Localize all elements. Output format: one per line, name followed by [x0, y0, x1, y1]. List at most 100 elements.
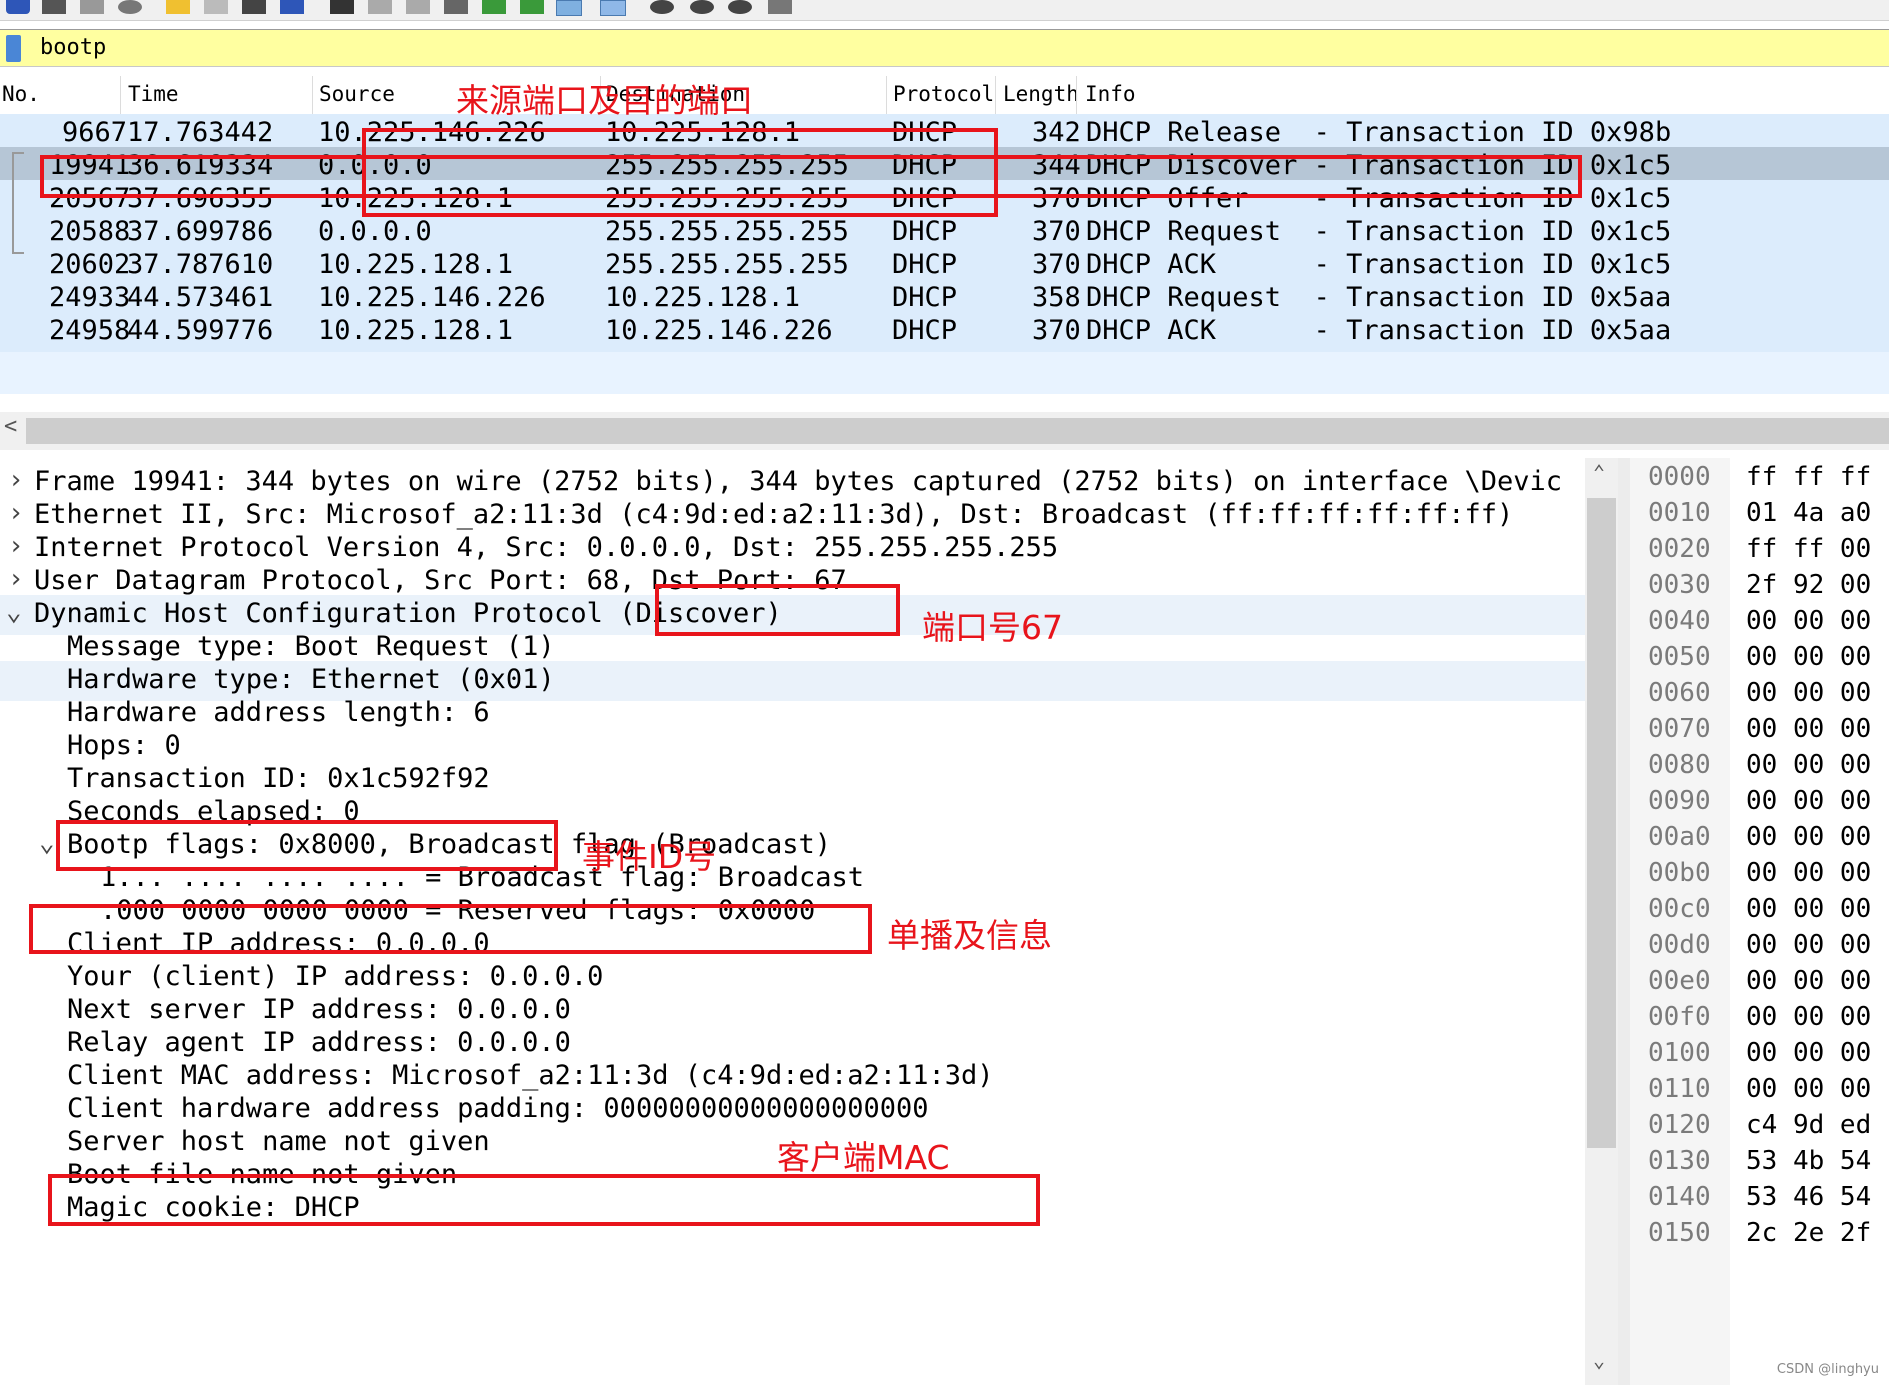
column-separator[interactable] [312, 76, 313, 114]
scroll-up-arrow-icon[interactable]: ⌃ [1593, 460, 1605, 484]
annotation-box-selected-packet [40, 155, 1582, 198]
zoom-normal-icon[interactable] [728, 0, 752, 14]
go-back-icon[interactable] [368, 0, 392, 14]
column-separator[interactable] [995, 76, 996, 114]
packet-list-horizontal-scrollbar[interactable]: < [0, 412, 1889, 450]
packet-no: 24958 [49, 315, 131, 346]
save-icon[interactable] [204, 0, 228, 14]
collapse-arrow-icon[interactable]: ⌄ [39, 828, 55, 858]
tree-field-label: Hops: 0 [67, 730, 181, 761]
packet-no: 24933 [49, 282, 131, 313]
expand-arrow-icon[interactable]: › [8, 531, 24, 561]
column-separator[interactable] [886, 76, 887, 114]
go-forward-icon[interactable] [406, 0, 430, 14]
hex-bytes[interactable]: 53 46 54 [1746, 1182, 1871, 1218]
tree-field-label: Next server IP address: 0.0.0.0 [67, 994, 571, 1025]
column-separator[interactable] [1076, 76, 1077, 114]
annotation-box-bootp-flags [29, 904, 872, 954]
scroll-down-arrow-icon[interactable]: ⌄ [1593, 1348, 1605, 1372]
display-filter-input[interactable] [30, 32, 1880, 62]
hex-bytes[interactable]: 2c 2e 2f [1746, 1218, 1871, 1254]
packet-source: 10.225.128.1 [318, 249, 514, 280]
stop-icon[interactable] [42, 0, 66, 14]
column-header-no[interactable]: No. [2, 82, 40, 106]
hex-bytes[interactable]: 00 00 00 [1746, 606, 1871, 642]
packet-time: 37.699786 [127, 216, 274, 247]
hex-bytes[interactable]: 00 00 00 [1746, 750, 1871, 786]
packet-protocol: DHCP [892, 216, 958, 247]
packet-no: 9667 [62, 117, 128, 148]
packet-length: 370 [1032, 249, 1081, 280]
first-packet-icon[interactable] [482, 0, 506, 14]
reload-icon[interactable] [280, 0, 304, 14]
hex-bytes[interactable]: 00 00 00 [1746, 930, 1871, 966]
scrollbar-thumb[interactable] [1587, 498, 1616, 1148]
hex-bytes[interactable]: 2f 92 00 [1746, 570, 1871, 606]
column-header-length[interactable]: Length [1003, 82, 1079, 106]
hex-bytes[interactable]: c4 9d ed [1746, 1110, 1871, 1146]
collapse-arrow-icon[interactable]: ⌄ [6, 597, 22, 627]
hex-bytes[interactable]: 00 00 00 [1746, 642, 1871, 678]
hex-offset: 0000 [1648, 462, 1711, 492]
column-header-protocol[interactable]: Protocol [893, 82, 994, 106]
hex-bytes[interactable]: 00 00 00 [1746, 678, 1871, 714]
annotation-label-unicast: 单播及信息 [887, 916, 1052, 955]
hex-bytes[interactable]: 00 00 00 [1746, 714, 1871, 750]
related-packets-bracket [12, 152, 24, 210]
hex-bytes[interactable]: 53 4b 54 [1746, 1146, 1871, 1182]
column-header-info[interactable]: Info [1085, 82, 1136, 106]
expand-arrow-icon[interactable]: › [8, 465, 24, 495]
tree-field-label: Server host name not given [67, 1126, 490, 1157]
scroll-left-arrow-icon[interactable]: < [4, 414, 17, 439]
go-to-packet-icon[interactable] [444, 0, 468, 14]
packet-info: DHCP Request - Transaction ID 0x5aa [1086, 282, 1672, 313]
tree-node-label: Ethernet II, Src: Microsof_a2:11:3d (c4:… [34, 499, 1514, 530]
hex-bytes[interactable]: 00 00 00 [1746, 1038, 1871, 1074]
hex-offset: 0150 [1648, 1218, 1711, 1248]
hex-bytes[interactable]: 00 00 00 [1746, 1074, 1871, 1110]
close-file-icon[interactable] [242, 0, 266, 14]
hex-bytes[interactable]: 00 00 00 [1746, 894, 1871, 930]
colorize-icon[interactable] [600, 0, 626, 16]
zoom-in-icon[interactable] [650, 0, 674, 14]
packet-no: 20588 [49, 216, 131, 247]
packet-no: 20602 [49, 249, 131, 280]
hex-bytes[interactable]: 00 00 00 [1746, 786, 1871, 822]
column-separator[interactable] [120, 76, 121, 114]
hex-bytes[interactable]: 00 00 00 [1746, 1002, 1871, 1038]
options-gear-icon[interactable] [118, 0, 142, 14]
hex-bytes[interactable]: 00 00 00 [1746, 966, 1871, 1002]
tree-field-label: Client MAC address: Microsof_a2:11:3d (c… [67, 1060, 994, 1091]
autoscroll-icon[interactable] [556, 0, 582, 16]
packet-destination: 255.255.255.255 [605, 249, 849, 280]
scrollbar-thumb[interactable] [26, 418, 1889, 444]
column-header-time[interactable]: Time [128, 82, 179, 106]
zoom-out-icon[interactable] [690, 0, 714, 14]
tree-node-label: Internet Protocol Version 4, Src: 0.0.0.… [34, 532, 1059, 563]
expand-arrow-icon[interactable]: › [8, 498, 24, 528]
packet-row[interactable]: 24958 44.599776 10.225.128.1 10.225.146.… [0, 312, 1889, 352]
filter-bookmark-icon[interactable] [6, 35, 21, 62]
hex-bytes[interactable]: 01 4a a0 [1746, 498, 1871, 534]
restart-icon[interactable] [80, 0, 104, 14]
resize-columns-icon[interactable] [768, 0, 792, 14]
column-header-source[interactable]: Source [319, 82, 395, 106]
packet-time: 44.573461 [127, 282, 274, 313]
hex-offset: 00f0 [1648, 1002, 1711, 1032]
hex-bytes[interactable]: 00 00 00 [1746, 822, 1871, 858]
hex-offset: 00d0 [1648, 930, 1711, 960]
last-packet-icon[interactable] [520, 0, 544, 14]
main-toolbar [0, 0, 1889, 21]
related-packets-bracket [12, 208, 24, 254]
find-packet-icon[interactable] [330, 0, 354, 14]
hex-offset: 0010 [1648, 498, 1711, 528]
hex-bytes[interactable]: ff ff ff [1746, 462, 1871, 498]
pane-splitter[interactable] [1618, 458, 1630, 1385]
packet-info: DHCP Release - Transaction ID 0x98b [1086, 117, 1672, 148]
shark-fin-icon[interactable] [6, 0, 30, 14]
annotation-box-dst-port [655, 584, 900, 636]
hex-bytes[interactable]: 00 00 00 [1746, 858, 1871, 894]
open-folder-icon[interactable] [166, 0, 190, 14]
expand-arrow-icon[interactable]: › [8, 564, 24, 594]
hex-bytes[interactable]: ff ff 00 [1746, 534, 1871, 570]
